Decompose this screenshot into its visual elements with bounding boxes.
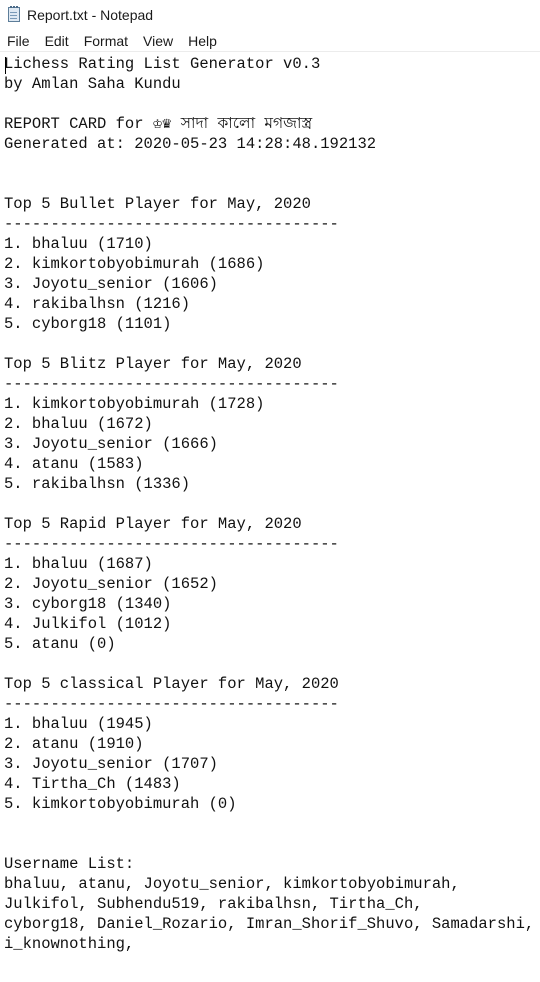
document-text[interactable]: Lichess Rating List Generator v0.3 by Am… <box>0 54 540 954</box>
menu-view[interactable]: View <box>136 30 181 52</box>
notepad-icon <box>6 6 22 24</box>
text-editor-area[interactable]: Lichess Rating List Generator v0.3 by Am… <box>0 54 540 982</box>
menu-file[interactable]: File <box>0 30 38 52</box>
menu-bar: File Edit Format View Help <box>0 30 540 52</box>
window-title: Report.txt - Notepad <box>27 7 154 23</box>
title-bar: Report.txt - Notepad <box>0 0 540 30</box>
menu-help[interactable]: Help <box>181 30 225 52</box>
text-caret <box>5 57 6 74</box>
menu-edit[interactable]: Edit <box>38 30 77 52</box>
menu-format[interactable]: Format <box>77 30 136 52</box>
